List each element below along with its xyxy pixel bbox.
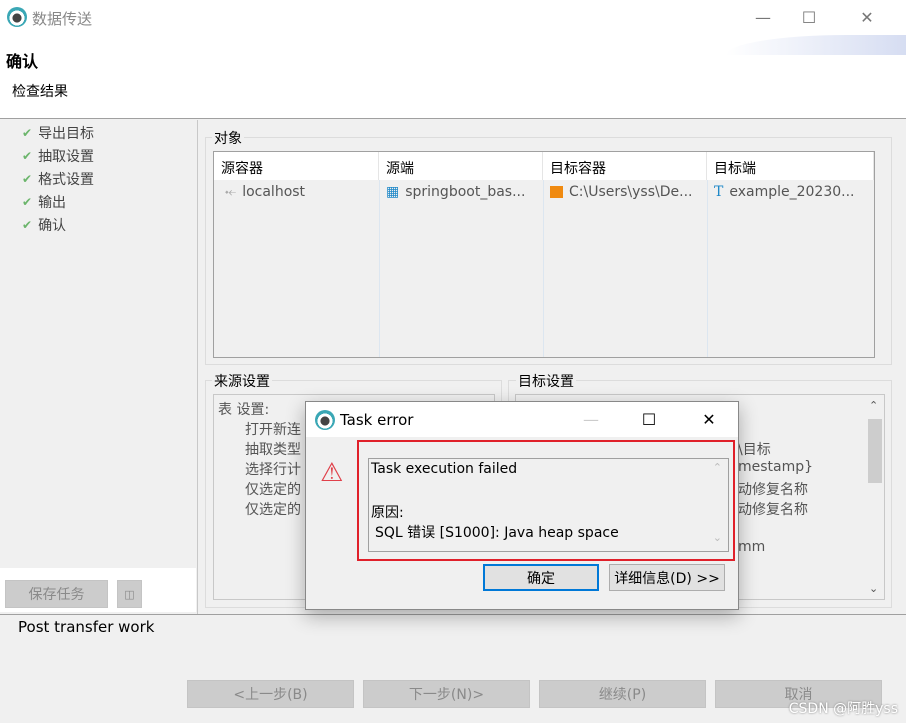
error-message-text[interactable]: Task execution failed 原因: SQL 错误 [S1000]…	[368, 458, 729, 552]
scroll-up-icon[interactable]: ⌃	[713, 461, 722, 474]
settings-line: 动修复名称	[738, 482, 808, 498]
window-titlebar: 数据传送 — ☐ ✕	[0, 0, 906, 35]
table-cell[interactable]: ⤝ localhost	[218, 180, 312, 204]
settings-line: 打开新连	[245, 422, 301, 438]
server-icon: ⤝	[225, 184, 237, 200]
scroll-down-icon[interactable]: ⌄	[713, 531, 722, 544]
settings-line: 选择行计	[245, 462, 301, 478]
settings-line: 仅选定的	[245, 482, 301, 498]
divider	[0, 614, 906, 615]
ok-button[interactable]: 确定	[483, 564, 599, 591]
header-decoration	[726, 35, 906, 55]
step-confirm[interactable]: ✔ 确认	[22, 215, 66, 235]
back-button[interactable]: <上一步(B)	[187, 680, 354, 708]
table-icon: ▦	[386, 184, 400, 200]
reason-label: 原因:	[371, 505, 404, 521]
check-icon: ✔	[22, 149, 33, 163]
step-label: 输出	[38, 195, 67, 211]
scroll-down-icon[interactable]: ⌄	[869, 582, 878, 595]
dialog-maximize-button[interactable]: ☐	[626, 402, 672, 437]
source-settings-label: 来源设置	[212, 371, 272, 391]
text-file-icon: T	[714, 184, 724, 200]
post-transfer-label: Post transfer work	[18, 618, 155, 636]
table-cell[interactable]: C:\Users\yss\De...	[543, 180, 699, 204]
objects-table: 源容器 源端 目标容器 目标端 ⤝ localhost ▦ springboot_b…	[213, 151, 875, 358]
dialog-minimize-button[interactable]: —	[568, 402, 614, 437]
scroll-thumb[interactable]	[868, 419, 882, 483]
page-title: 确认	[6, 52, 39, 71]
dialog-title: Task error	[340, 411, 414, 429]
check-icon: ✔	[22, 195, 33, 209]
dialog-titlebar: Task error — ☐ ✕	[306, 402, 738, 437]
cell-text: C:\Users\yss\De...	[569, 184, 693, 200]
app-icon	[7, 7, 27, 27]
table-cell[interactable]: ▦ springboot_bas...	[379, 180, 532, 204]
save-icon: ◫	[124, 587, 135, 601]
maximize-button[interactable]: ☐	[786, 0, 832, 35]
step-extract-settings[interactable]: ✔ 抽取设置	[22, 146, 94, 166]
close-button[interactable]: ✕	[844, 0, 890, 35]
settings-line: mm	[738, 539, 766, 555]
highlight-box: Task execution failed 原因: SQL 错误 [S1000]…	[357, 440, 735, 561]
objects-label: 对象	[212, 128, 244, 148]
step-format-settings[interactable]: ✔ 格式设置	[22, 169, 94, 189]
check-icon: ✔	[22, 126, 33, 140]
scroll-up-icon[interactable]: ⌃	[869, 399, 878, 412]
wizard-header: 确认 检查结果	[0, 35, 906, 119]
step-label: 格式设置	[38, 172, 95, 188]
cell-text: localhost	[242, 184, 306, 200]
step-output[interactable]: ✔ 输出	[22, 192, 66, 212]
minimize-button[interactable]: —	[740, 0, 786, 35]
next-button[interactable]: 下一步(N)>	[363, 680, 530, 708]
table-cell[interactable]: Texample_20230...	[707, 180, 862, 204]
check-icon: ✔	[22, 218, 33, 232]
settings-line: 动修复名称	[738, 502, 808, 518]
settings-line: 抽取类型	[245, 442, 301, 458]
cell-text: springboot_bas...	[405, 184, 526, 200]
details-button[interactable]: 详细信息(D) >>	[609, 564, 725, 591]
settings-heading: 表 设置:	[218, 402, 270, 418]
window-title: 数据传送	[32, 10, 93, 28]
check-icon: ✔	[22, 172, 33, 186]
step-label: 导出目标	[38, 126, 95, 142]
page-subtitle: 检查结果	[12, 84, 68, 100]
scrollbar[interactable]: ⌃ ⌄	[866, 395, 884, 599]
step-export-target[interactable]: ✔ 导出目标	[22, 123, 94, 143]
save-task-button[interactable]: 保存任务	[5, 580, 108, 608]
warning-icon: ⚠	[320, 458, 344, 488]
watermark: CSDN @阿胜yss	[788, 701, 898, 717]
task-error-dialog: Task error — ☐ ✕ ⚠ Task execution failed…	[305, 401, 739, 610]
step-label: 确认	[38, 218, 67, 234]
reason-text: SQL 错误 [S1000]: Java heap space	[375, 525, 619, 541]
column-header[interactable]: 目标端	[707, 152, 874, 180]
settings-line: \目标	[738, 442, 771, 458]
step-label: 抽取设置	[38, 149, 95, 165]
continue-button[interactable]: 继续(P)	[539, 680, 706, 708]
dialog-close-button[interactable]: ✕	[686, 402, 732, 437]
save-icon-button[interactable]: ◫	[117, 580, 142, 608]
settings-line: mestamp}	[738, 459, 814, 475]
target-settings-label: 目标设置	[516, 371, 576, 391]
cell-text: example_20230...	[729, 184, 855, 200]
column-header[interactable]: 源容器	[214, 152, 379, 180]
settings-line: 仅选定的	[245, 502, 301, 518]
error-message: Task execution failed	[371, 461, 518, 477]
app-icon	[315, 410, 335, 430]
column-header[interactable]: 源端	[379, 152, 543, 180]
folder-icon	[550, 186, 563, 198]
column-header[interactable]: 目标容器	[543, 152, 707, 180]
